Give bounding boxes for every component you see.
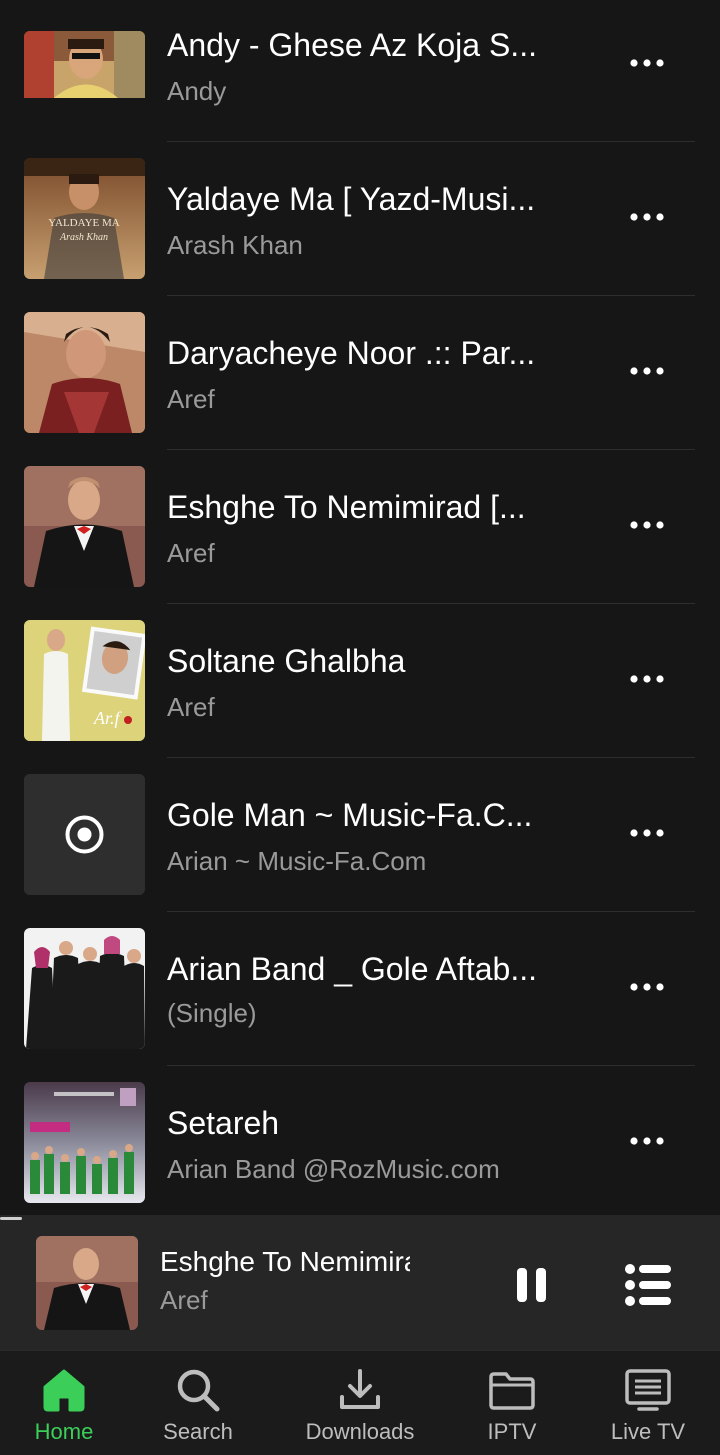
pause-button[interactable] [505,1260,559,1310]
nav-search[interactable]: Search [138,1351,258,1455]
now-playing-title: Eshghe To Nemimirad [160,1246,410,1277]
song-title: Arian Band _ Gole Aftab... [167,951,538,987]
song-artist: Arian ~ Music-Fa.Com [167,846,427,876]
more-dots-icon [630,1137,664,1145]
pause-icon [517,1268,546,1302]
nav-livetv[interactable]: Live TV [588,1351,708,1455]
more-options-button[interactable] [612,195,682,239]
song-title: Yaldaye Ma [ Yazd-Musi... [167,181,536,217]
nav-home[interactable]: Home [4,1351,124,1455]
more-dots-icon [630,983,664,991]
album-art [24,312,145,433]
more-options-button[interactable] [612,811,682,855]
song-artist: Aref [167,692,215,722]
song-title: Soltane Ghalbha [167,643,406,679]
divider [167,603,695,604]
more-dots-icon [630,521,664,529]
album-art [24,466,145,587]
album-art: YALDAYE MA Arash Khan [24,158,145,279]
tv-icon [625,1369,671,1411]
svg-text:Ar.f: Ar.f [93,708,123,728]
song-title: Eshghe To Nemimirad [... [167,489,526,525]
art-text: YALDAYE MA [48,217,119,229]
folder-icon [489,1372,535,1410]
progress-track[interactable] [0,1215,720,1218]
bottom-nav: Home Search Downloads IPTV Live TV [0,1350,720,1455]
nav-downloads[interactable]: Downloads [290,1351,430,1455]
divider [167,911,695,912]
home-icon [43,1369,85,1412]
song-artist: Aref [167,538,215,568]
more-dots-icon [630,367,664,375]
more-dots-icon [630,213,664,221]
nav-iptv[interactable]: IPTV [452,1351,572,1455]
song-title: Gole Man ~ Music-Fa.C... [167,797,533,833]
album-art [24,1082,145,1203]
more-options-button[interactable] [612,503,682,547]
song-artist: Aref [167,384,215,414]
song-artist: Arash Khan [167,230,303,260]
art-text: Arash Khan [59,232,108,243]
more-options-button[interactable] [612,657,682,701]
mini-player[interactable]: Eshghe To Nemimirad Aref [0,1215,720,1350]
song-row[interactable]: Setareh Arian Band @RozMusic.com [0,0,720,1203]
progress-bar[interactable] [0,1217,22,1220]
divider [167,449,695,450]
more-dots-icon [630,675,664,683]
more-options-button[interactable] [612,1119,682,1163]
more-options-button[interactable] [612,965,682,1009]
album-art: Ar.f [24,620,145,741]
queue-button[interactable] [618,1259,678,1311]
divider [167,295,695,296]
album-art-placeholder [24,774,145,895]
song-artist: (Single) [167,998,257,1028]
nav-label: IPTV [487,1419,537,1444]
song-title: Setareh [167,1105,280,1141]
more-dots-icon [630,829,664,837]
album-art [24,928,145,1049]
song-artist: Arian Band @RozMusic.com [167,1154,500,1184]
song-list: Andy - Ghese Az Koja S... Andy YALDAYE M… [0,0,720,1215]
download-icon [340,1369,380,1409]
divider [167,1065,695,1066]
more-options-button[interactable] [612,349,682,393]
nav-label: Search [163,1419,233,1444]
nav-label: Live TV [610,1419,686,1444]
divider [167,757,695,758]
search-icon [177,1369,220,1412]
song-title: Daryacheye Noor .:: Par... [167,335,536,371]
now-playing-artist: Aref [160,1285,208,1315]
nav-label: Downloads [305,1419,415,1444]
queue-list-icon [625,1264,671,1306]
nav-label: Home [34,1419,94,1444]
now-playing-art [36,1236,138,1330]
disc-icon [24,774,145,895]
